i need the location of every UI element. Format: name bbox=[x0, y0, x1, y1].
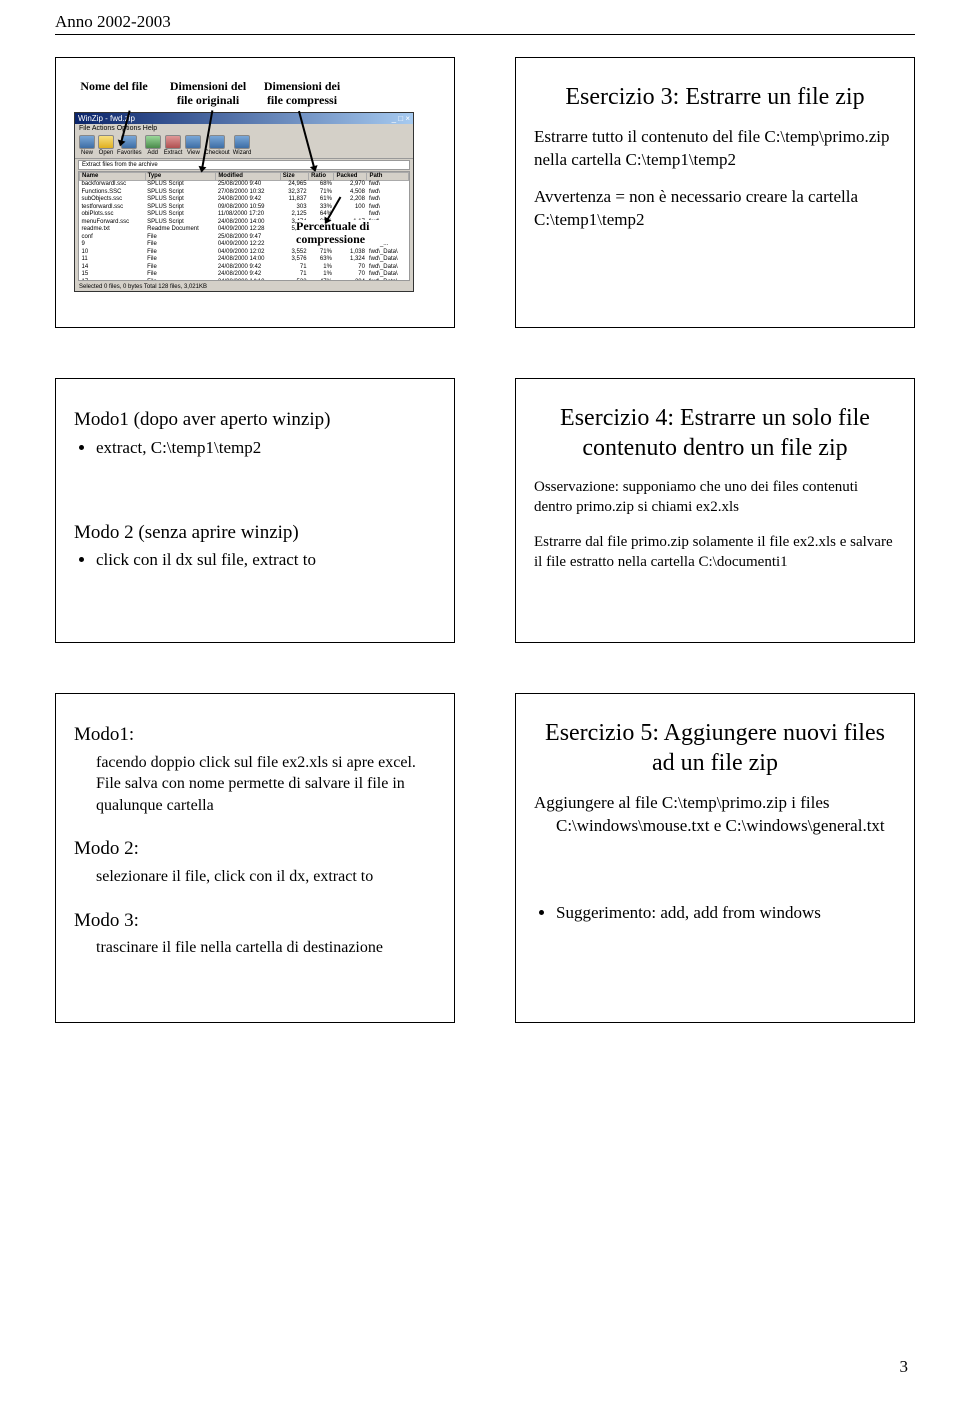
page-number: 3 bbox=[900, 1357, 909, 1377]
table-row[interactable]: 11File24/08/2000 14:003,57663%1,324fwd\_… bbox=[80, 256, 409, 264]
table-row[interactable]: 10File04/09/2000 12:023,55271%1,038fwd\_… bbox=[80, 249, 409, 257]
page-header: Anno 2002-2003 bbox=[55, 12, 915, 35]
slide-modo-extract: Modo1 (dopo aver aperto winzip) extract,… bbox=[55, 378, 455, 643]
p-modo3: trascinare il file nella cartella di des… bbox=[96, 937, 436, 959]
table-row[interactable]: Functions.SSCSPLUS Script27/08/2000 10:3… bbox=[80, 189, 409, 197]
label-orig-size: Dimensioni del file originali bbox=[168, 80, 248, 108]
table-row[interactable]: subObjects.sscSPLUS Script24/08/2000 9:4… bbox=[80, 196, 409, 204]
toolbar-open[interactable]: Open bbox=[98, 135, 114, 156]
text-es4-2: Estrarre dal file primo.zip solamente il… bbox=[534, 532, 896, 573]
table-row[interactable]: 14File24/08/2000 9:42711%70fwd\_Data\ bbox=[80, 264, 409, 272]
table-row[interactable]: obiPlots.sscSPLUS Script11/08/2000 17:20… bbox=[80, 211, 409, 219]
slide-modo-open: Modo1: facendo doppio click sul file ex2… bbox=[55, 693, 455, 1023]
winzip-window: WinZip - fwd.zip _ □ × File Actions Opti… bbox=[74, 112, 414, 292]
toolbar-wizard[interactable]: Wizard bbox=[233, 135, 252, 156]
toolbar-add[interactable]: Add bbox=[145, 135, 161, 156]
winzip-toolbar[interactable]: NewOpenFavoritesAddExtractViewCheckoutWi… bbox=[75, 133, 413, 159]
li-es5-hint: Suggerimento: add, add from windows bbox=[556, 902, 896, 925]
slide-esercizio-4: Esercizio 4: Estrarre un solo file conte… bbox=[515, 378, 915, 643]
text-es4-1: Osservazione: supponiamo che uno dei fil… bbox=[534, 477, 896, 518]
table-row[interactable]: testforwardl.sscSPLUS Script09/08/2000 1… bbox=[80, 204, 409, 212]
label-compression-pct: Percentuale di compressione bbox=[296, 220, 383, 246]
slide-winzip: Nome del file Dimensioni del file origin… bbox=[55, 57, 455, 328]
table-row[interactable]: 17File24/08/2000 14:1053247%284fwd\_Data… bbox=[80, 279, 409, 281]
text-es3-1: Estrarre tutto il contenuto del file C:\… bbox=[534, 126, 896, 172]
text-es5-1: Aggiungere al file C:\temp\primo.zip i f… bbox=[534, 792, 896, 815]
h-modo2b: Modo 2: bbox=[74, 836, 436, 862]
title-es5: Esercizio 5: Aggiungere nuovi files ad u… bbox=[534, 718, 896, 778]
text-es3-2: Avvertenza = non è necessario creare la … bbox=[534, 186, 896, 232]
title-es4: Esercizio 4: Estrarre un solo file conte… bbox=[534, 403, 896, 463]
title-es3: Esercizio 3: Estrarre un file zip bbox=[534, 82, 896, 112]
h-modo2: Modo 2 (senza aprire winzip) bbox=[74, 520, 436, 546]
p-modo2b: selezionare il file, click con il dx, ex… bbox=[96, 866, 436, 888]
toolbar-view[interactable]: View bbox=[185, 135, 201, 156]
li-modo2-extract: click con il dx sul file, extract to bbox=[96, 549, 436, 572]
winzip-controls[interactable]: _ □ × bbox=[392, 114, 410, 123]
h-modo1b: Modo1: bbox=[74, 722, 436, 748]
li-modo1-extract: extract, C:\temp1\temp2 bbox=[96, 437, 436, 460]
label-comp-size: Dimensioni dei file compressi bbox=[262, 80, 342, 108]
h-modo3: Modo 3: bbox=[74, 908, 436, 934]
winzip-status: Selected 0 files, 0 bytes Total 128 file… bbox=[75, 283, 413, 291]
slide-esercizio-5: Esercizio 5: Aggiungere nuovi files ad u… bbox=[515, 693, 915, 1023]
h-modo1: Modo1 (dopo aver aperto winzip) bbox=[74, 407, 436, 433]
p-modo1b: facendo doppio click sul file ex2.xls si… bbox=[96, 752, 436, 817]
toolbar-new[interactable]: New bbox=[79, 135, 95, 156]
toolbar-extract[interactable]: Extract bbox=[164, 135, 183, 156]
winzip-tooltip: Extract files from the archive bbox=[78, 160, 410, 170]
table-row[interactable]: backforwardl.sscSPLUS Script25/08/2000 9… bbox=[80, 181, 409, 189]
slide-esercizio-3: Esercizio 3: Estrarre un file zip Estrar… bbox=[515, 57, 915, 328]
label-filename: Nome del file bbox=[74, 80, 154, 108]
table-row[interactable]: 15File24/08/2000 9:42711%70fwd\_Data\ bbox=[80, 271, 409, 279]
text-es5-2: C:\windows\mouse.txt e C:\windows\genera… bbox=[556, 815, 896, 838]
